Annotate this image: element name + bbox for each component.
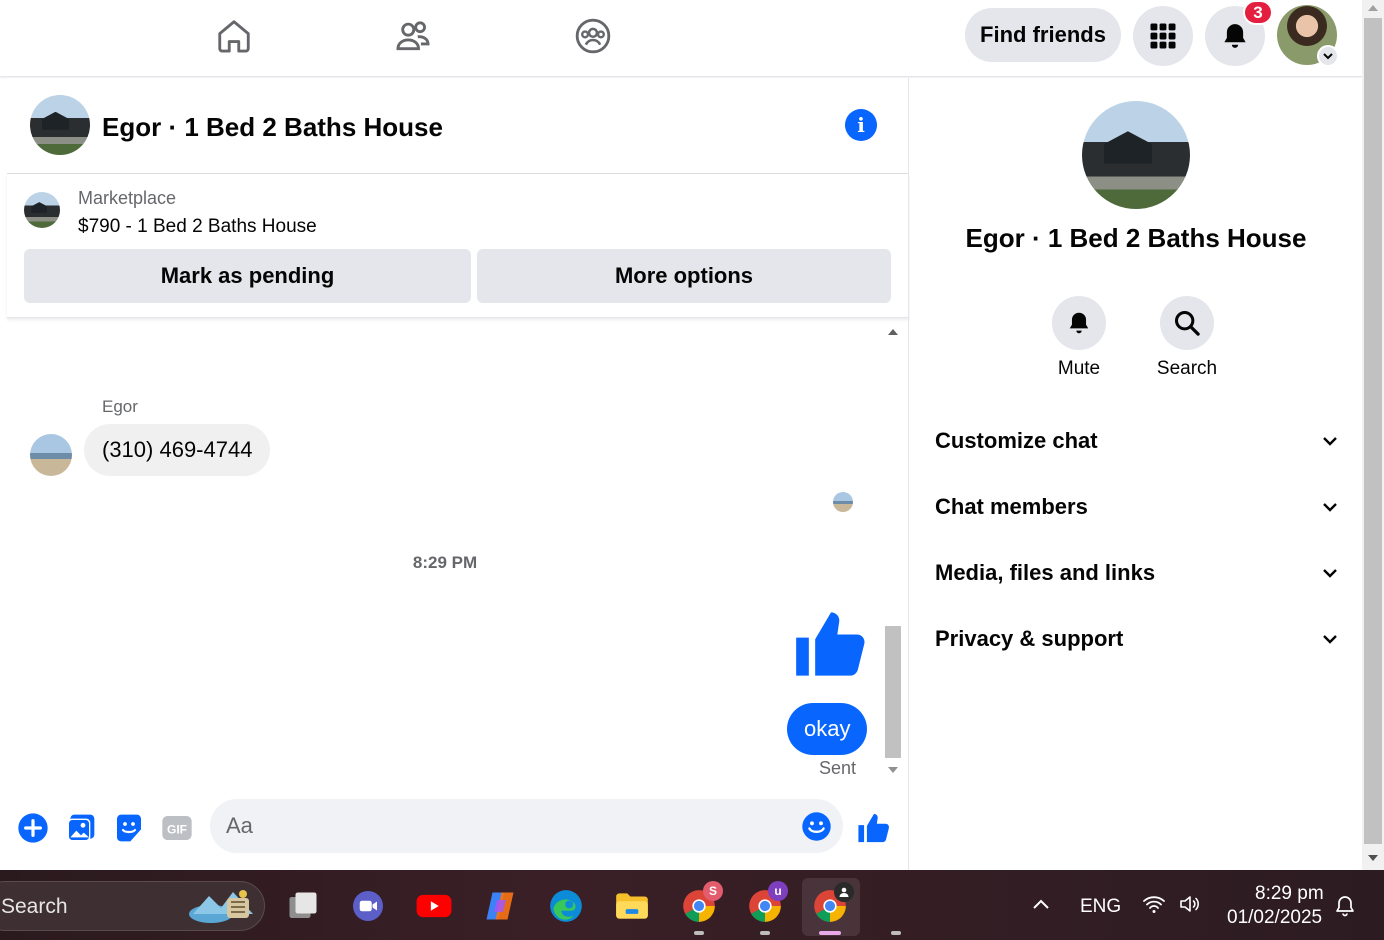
file-explorer-icon[interactable] — [612, 886, 652, 926]
windows-taskbar: Search S u ENG 8:29 pm 01/02/2025 — [0, 870, 1384, 940]
gif-icon[interactable]: GIF — [160, 811, 194, 845]
mute-button[interactable]: Mute — [1039, 296, 1119, 380]
listing-thumbnail[interactable] — [24, 192, 60, 228]
svg-text:GIF: GIF — [167, 822, 187, 836]
clock-date[interactable]: 01/02/2025 — [1227, 907, 1322, 929]
top-navigation-bar: Find friends 3 — [0, 0, 1362, 77]
scroll-up-arrow-icon[interactable] — [1362, 0, 1384, 16]
incoming-message-bubble[interactable]: (310) 469-4744 — [84, 424, 271, 476]
conversation-info-panel: Egor · 1 Bed 2 Baths House Mute Search C… — [910, 78, 1362, 870]
groups-icon[interactable] — [571, 14, 615, 58]
chat-title[interactable]: Egor · 1 Bed 2 Baths House — [102, 112, 443, 143]
clock-time[interactable]: 8:29 pm — [1255, 883, 1324, 905]
sent-status: Sent — [819, 758, 857, 778]
search-highlight-icon — [189, 890, 253, 923]
conversation-name: Egor · 1 Bed 2 Baths House — [965, 223, 1307, 253]
plus-icon[interactable] — [16, 811, 50, 845]
message-input[interactable] — [226, 799, 786, 853]
task-view-icon[interactable] — [283, 886, 323, 926]
chat-scroll-thumb[interactable] — [885, 626, 901, 758]
search-button[interactable]: Search — [1147, 296, 1227, 380]
notification-count-badge: 3 — [1243, 0, 1273, 25]
search-icon — [1160, 296, 1214, 350]
message-thread: Egor (310) 469-4744 8:29 PM okay Sent — [7, 322, 909, 858]
language-indicator[interactable]: ENG — [1080, 896, 1121, 918]
running-indicator — [760, 931, 770, 935]
marketplace-listing-bar: Marketplace $790 - 1 Bed 2 Baths House M… — [7, 174, 909, 318]
section-label: Media, files and links — [935, 560, 1156, 585]
privacy-support-section[interactable]: Privacy & support — [935, 614, 1340, 664]
outgoing-message-bubble[interactable]: okay — [787, 703, 868, 755]
scroll-down-arrow-icon[interactable] — [1362, 850, 1384, 866]
bell-icon — [1052, 296, 1106, 350]
wifi-icon[interactable] — [1141, 892, 1167, 921]
find-friends-button[interactable]: Find friends — [965, 8, 1121, 62]
mute-label: Mute — [1057, 358, 1101, 379]
chat-header: Egor · 1 Bed 2 Baths House i — [7, 78, 909, 174]
photo-icon[interactable] — [64, 811, 98, 845]
running-indicator — [694, 931, 704, 935]
conversation-avatar[interactable] — [1082, 101, 1190, 209]
chevron-down-icon — [1323, 569, 1337, 578]
sender-name: Egor — [102, 397, 138, 416]
account-menu-chevron-icon[interactable] — [1317, 45, 1339, 67]
youtube-icon[interactable] — [414, 886, 454, 926]
active-indicator — [819, 931, 841, 935]
chevron-down-icon — [1323, 503, 1337, 512]
message-input-field[interactable] — [210, 799, 843, 853]
volume-icon[interactable] — [1177, 892, 1203, 921]
emoji-icon[interactable] — [801, 811, 832, 847]
chrome-profile-badge: u — [768, 881, 788, 901]
media-files-links-section[interactable]: Media, files and links — [935, 548, 1340, 598]
page-scrollbar[interactable] — [1362, 0, 1384, 870]
chevron-down-icon — [1323, 437, 1337, 446]
section-label: Privacy & support — [935, 626, 1124, 651]
mark-as-pending-button[interactable]: Mark as pending — [24, 249, 471, 303]
grid-icon — [1150, 23, 1176, 49]
sticker-icon[interactable] — [112, 811, 146, 845]
notification-center-icon[interactable] — [1333, 894, 1357, 923]
menu-grid-button[interactable] — [1133, 6, 1193, 66]
chat-members-section[interactable]: Chat members — [935, 482, 1340, 532]
timestamp: 8:29 PM — [412, 553, 478, 572]
thumbs-up-sticker-icon[interactable] — [793, 606, 869, 687]
chat-scrollbar[interactable] — [882, 322, 904, 782]
running-indicator — [891, 931, 901, 935]
chat-panel: Egor · 1 Bed 2 Baths House i Marketplace… — [7, 78, 909, 870]
read-receipt-avatar — [833, 492, 853, 512]
send-like-icon[interactable] — [857, 811, 891, 845]
search-label: Search — [1156, 358, 1218, 379]
marketplace-label: Marketplace — [78, 188, 177, 208]
chevron-down-icon — [1323, 635, 1337, 644]
chrome-profile-badge: S — [703, 881, 723, 901]
listing-title[interactable]: $790 - 1 Bed 2 Baths House — [78, 216, 317, 238]
friends-icon[interactable] — [391, 14, 435, 58]
person-icon — [834, 882, 854, 902]
section-label: Chat members — [935, 494, 1088, 519]
home-icon[interactable] — [212, 14, 256, 58]
scroll-up-arrow-icon[interactable] — [882, 322, 904, 340]
copilot-icon[interactable] — [480, 886, 520, 926]
page-scroll-thumb[interactable] — [1364, 18, 1382, 844]
taskbar-search-box[interactable]: Search — [0, 881, 265, 931]
tray-expand-chevron-icon[interactable] — [1030, 894, 1052, 921]
scroll-down-arrow-icon[interactable] — [882, 762, 904, 780]
info-icon[interactable]: i — [845, 109, 877, 141]
sender-avatar[interactable] — [30, 434, 72, 476]
teams-chat-icon[interactable] — [348, 886, 388, 926]
customize-chat-section[interactable]: Customize chat — [935, 416, 1340, 466]
taskbar-search-text: Search — [1, 895, 68, 918]
bell-icon — [1224, 24, 1246, 48]
edge-browser-icon[interactable] — [546, 886, 586, 926]
chat-avatar[interactable] — [30, 95, 90, 155]
section-label: Customize chat — [935, 428, 1098, 453]
message-composer: GIF — [7, 793, 909, 863]
more-options-button[interactable]: More options — [477, 249, 891, 303]
